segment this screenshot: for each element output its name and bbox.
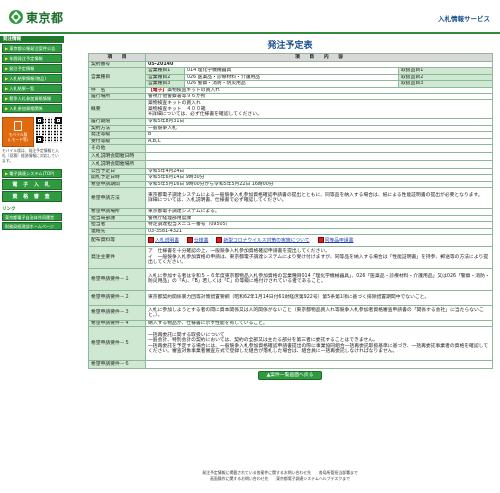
summary: 薬物検査キットの買入れ 薬物検査キット ４００箱 ※詳細については、必ず仕様書を…: [144, 99, 494, 120]
documents-list: 入札説明書 仕様書 新型コロナウイルス対策の実施について 同等品申請書: [148, 236, 490, 244]
arrow-icon: ▶: [5, 76, 9, 81]
table-row: その他: [88, 144, 494, 154]
arrow-icon: ▶: [5, 106, 9, 111]
doc-link-bid-explanation[interactable]: 入札説明書: [148, 236, 179, 244]
doc-link-equivalent-application[interactable]: 同等品申請書: [317, 236, 353, 244]
subject: 薬物検査キットの買入れ: [167, 87, 220, 93]
pdf-icon: [216, 236, 223, 243]
tokyo-logo-icon[interactable]: [8, 9, 24, 25]
table-header-row: 項 目 項 目 内 容: [88, 53, 494, 62]
sidebar-heading: 発注情報: [0, 36, 64, 43]
footer: 発注予定情報に掲載されている各案件に関するお問い合わせ先 各局所管担当部署まで …: [150, 470, 410, 481]
arrow-icon: ▶: [5, 56, 9, 61]
arrow-icon: ▶: [5, 46, 9, 51]
column-header-item: 項 目: [88, 53, 146, 62]
back-to-list-button[interactable]: ▲案件一覧画面へ戻る: [257, 371, 323, 381]
sidebar-item-qualification-review[interactable]: 資 格 審 査: [2, 191, 62, 202]
links-heading: リンク: [2, 207, 16, 212]
arrow-icon: ▶: [5, 86, 9, 91]
link-finance-bureau[interactable]: 財務局経理部ホームページ: [2, 222, 62, 230]
sidebar-item-qualification[interactable]: ▶競争入札参加資格情報: [2, 94, 62, 103]
link-e-government[interactable]: 東京都電子自治体共同運営: [2, 213, 62, 221]
table-row: 入札説明会開催場所: [88, 160, 494, 170]
pdf-icon: [317, 236, 324, 243]
mobile-note: モバイル版は、発注予定情報と入札（見積）経過情報に対応しています。: [2, 148, 59, 163]
table-row: 希望申請要件－５ 一括再委託に関する取扱いについて 一般会計、特別会計の契約におい…: [88, 326, 494, 362]
site-logo-text[interactable]: 東京都: [26, 9, 64, 26]
table-row: 希望申請要件－１ 入札に参加する者は令和５・６年度東京都物品入札参加資格の営業種目…: [88, 267, 494, 291]
table-row: 入札説明会開催日時: [88, 152, 494, 162]
page-title: 発注予定表: [267, 41, 313, 51]
request-method: 東京都電子調達システムによる一般競争入札参加資格確認申請書の提出とともに、同等品…: [144, 187, 494, 210]
electronic-tag: 【電子】: [148, 87, 168, 93]
sidebar: 発注情報 ▶東京都公報発注案件公告 ▶年間発注予定情報 ▶発注予定情報 ▶入札結…: [0, 36, 64, 231]
sidebar-item-bid-results[interactable]: ▶入札結果一覧: [2, 84, 62, 93]
doc-link-covid-measures[interactable]: 新型コロナウイルス対策の実施について: [216, 236, 310, 244]
arrow-icon: ▶: [5, 171, 9, 176]
pdf-icon: [187, 236, 193, 243]
qr-code-icon: [36, 117, 62, 143]
sidebar-item-annual-plan[interactable]: ▶年間発注予定情報: [2, 54, 62, 63]
notice: ア 仕様書を十分確認の上、一般競争入札参加資格確認申請書を提出してください。 イ…: [144, 245, 494, 269]
table-row: 発注主要件 ア 仕様書を十分確認の上、一般競争入札参加資格確認申請書を提出してく…: [88, 245, 494, 269]
service-name: 入札情報サービス: [438, 15, 490, 23]
main-content: 発注予定表 項 目 項 目 内 容 契約番号 05-20140 営業種目 営業種…: [88, 40, 494, 381]
arrow-icon: ▶: [5, 66, 9, 71]
footer-helpdesk-line: 画面操作に関するお問い合わせ先 東京都電子調達システムヘルプデスクまで: [210, 475, 350, 481]
mobile-section: モバイル版 (i-モード等) モバイル版は、発注予定情報と入札（見積）経過情報に…: [2, 117, 62, 165]
doc-link-specification[interactable]: 仕様書: [187, 236, 208, 244]
sidebar-item-public-notice[interactable]: ▶東京都公報発注案件公告: [2, 44, 62, 53]
sidebar-item-order-plan[interactable]: ▶発注予定情報: [2, 64, 62, 73]
order-detail-table: 項 目 項 目 内 容 契約番号 05-20140 営業種目 営業種目1 014…: [88, 53, 494, 370]
mobile-phone-icon: [14, 121, 22, 131]
arrow-icon: ▶: [5, 96, 9, 101]
sidebar-item-bid-progress[interactable]: ▶入札結果情報(物品): [2, 74, 62, 83]
pdf-icon: [148, 236, 154, 243]
table-row: 希望申請要件－６: [88, 360, 494, 370]
table-row: 希望申請方法 東京都電子調達システムによる一般競争入札参加資格確認申請書の提出と…: [88, 187, 494, 210]
sidebar-item-procurement-top[interactable]: ▶電子調達システム(TOP): [2, 169, 62, 178]
table-row: 希望申請要件－２ 東京都契約関係暴力団等対策措置要綱（昭和62年1月14日付61財…: [88, 289, 494, 306]
sidebar-item-qualification-related[interactable]: ▶入札参加資格関係: [2, 104, 62, 113]
mobile-version-button[interactable]: モバイル版 (i-モード等): [2, 117, 34, 147]
table-row: 概要 薬物検査キットの買入れ 薬物検査キット ４００箱 ※詳細については、必ず仕…: [88, 99, 494, 120]
site-header: 東京都 入札情報サービス: [0, 0, 500, 34]
table-row: 配布資料等 入札説明書 仕様書 新型コロナウイルス対策の実施について 同等品申請…: [88, 233, 494, 247]
table-row: 希望申請要件－３ 入札に参加しようとする者の間に資本関係又は人的関係がないこと（東…: [88, 304, 494, 321]
sidebar-item-e-bidding[interactable]: 電 子 入 札: [2, 179, 62, 190]
column-header-content: 項 目 内 容: [144, 53, 494, 62]
